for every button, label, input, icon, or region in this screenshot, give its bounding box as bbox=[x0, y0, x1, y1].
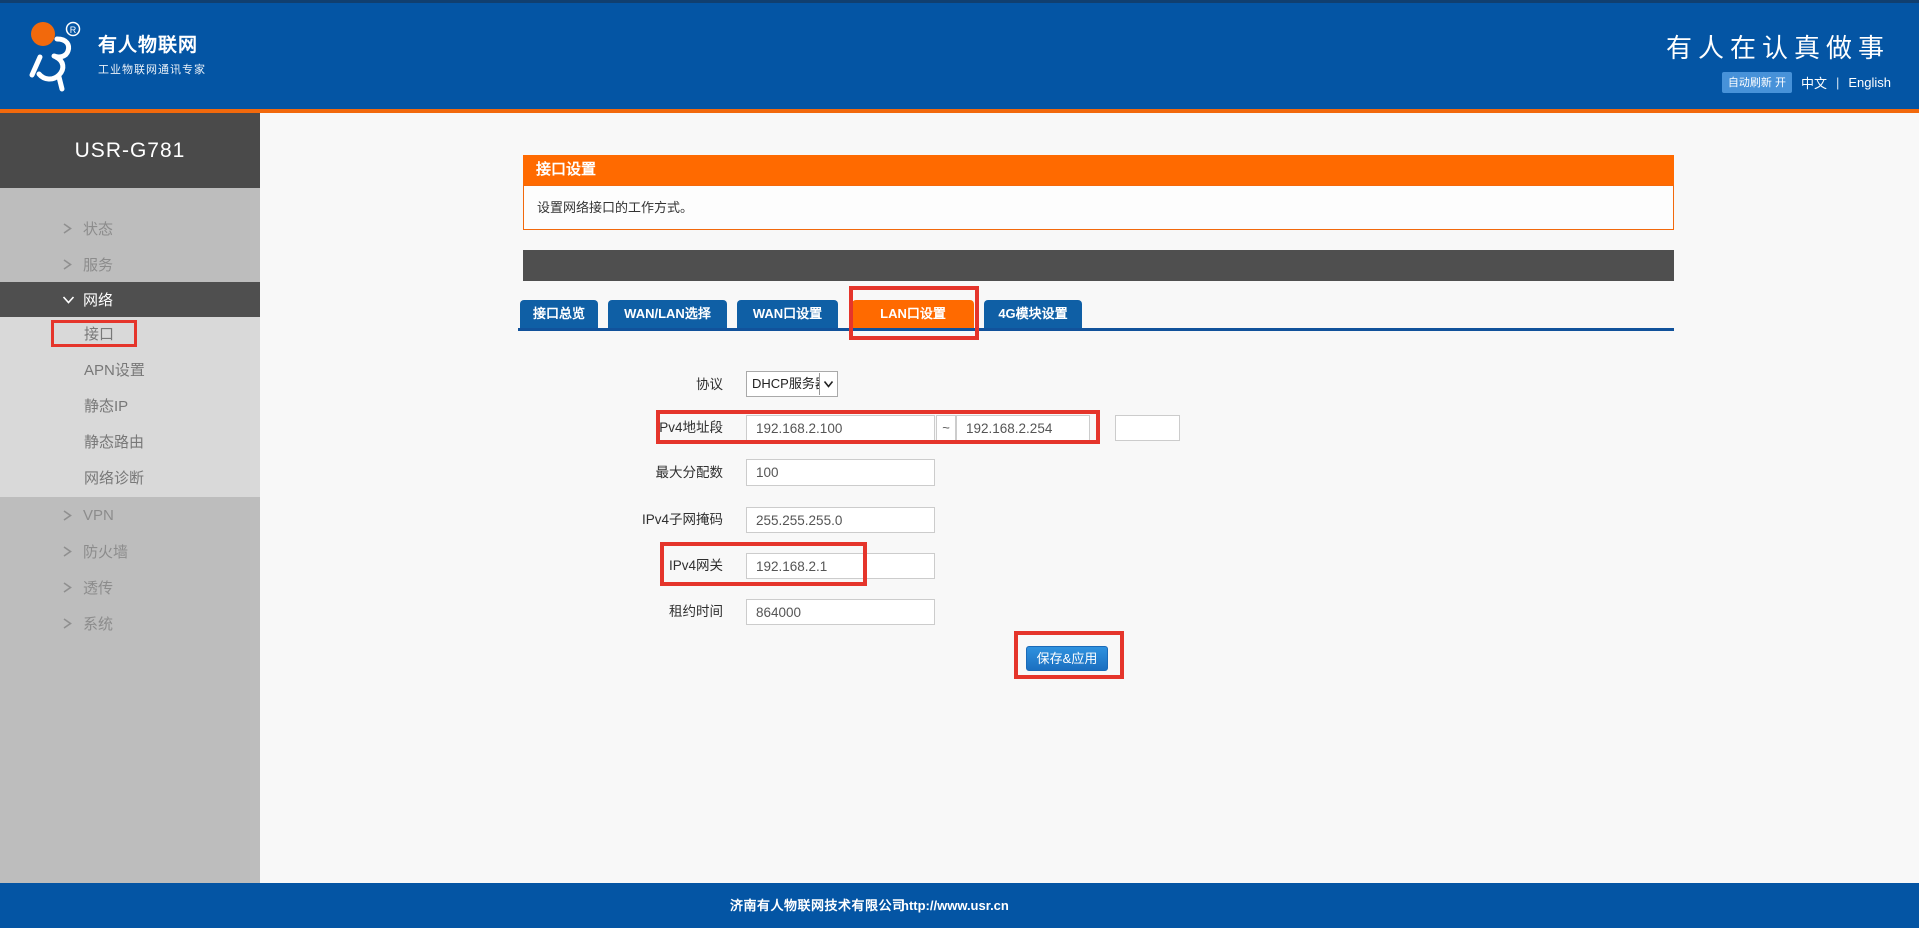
network-submenu: 接口 APN设置 静态IP 静态路由 网络诊断 bbox=[0, 317, 260, 497]
protocol-label: 协议 bbox=[560, 372, 723, 397]
section-divider-bar bbox=[523, 250, 1674, 281]
tab-4g-module-settings[interactable]: 4G模块设置 bbox=[984, 300, 1082, 328]
sidebar-subitem-interface[interactable]: 接口 bbox=[0, 317, 260, 353]
save-apply-button[interactable]: 保存&应用 bbox=[1026, 646, 1108, 671]
gateway-input[interactable] bbox=[746, 553, 935, 579]
usr-logo-icon: R bbox=[26, 17, 84, 100]
tab-wan-settings[interactable]: WAN口设置 bbox=[737, 300, 838, 328]
tab-lan-settings[interactable]: LAN口设置 bbox=[852, 300, 974, 328]
sidebar-item-label: 服务 bbox=[83, 254, 113, 275]
panel-title-bar: 接口设置 bbox=[523, 155, 1674, 185]
netmask-input[interactable] bbox=[746, 507, 935, 533]
max-leases-input[interactable] bbox=[746, 459, 935, 486]
lang-english-link[interactable]: English bbox=[1848, 75, 1891, 90]
chevron-down-icon bbox=[62, 294, 83, 306]
sidebar-item-firewall[interactable]: 防火墙 bbox=[0, 533, 260, 569]
sidebar-menu: 状态 服务 网络 接口 APN设置 静态IP 静态路由 网络诊断 VPN bbox=[0, 188, 260, 641]
sidebar-item-label: 网络 bbox=[83, 289, 113, 310]
chevron-right-icon bbox=[62, 545, 83, 558]
sidebar-item-label: 防火墙 bbox=[83, 541, 128, 562]
gateway-label: IPv4网关 bbox=[560, 553, 723, 579]
protocol-select[interactable]: DHCP服务器 bbox=[746, 371, 838, 397]
footer-website-link[interactable]: http://www.usr.cn bbox=[901, 883, 1009, 928]
chevron-right-icon bbox=[62, 258, 83, 271]
page-title: 接口设置 bbox=[536, 161, 596, 178]
chevron-right-icon bbox=[62, 509, 83, 522]
header-accent-line bbox=[0, 109, 1919, 113]
lease-time-input[interactable] bbox=[746, 599, 935, 625]
ipv4-range-end-input[interactable] bbox=[956, 415, 1090, 441]
lease-time-label: 租约时间 bbox=[560, 599, 723, 625]
header-slogan: 有人在认真做事 bbox=[1666, 28, 1890, 65]
sidebar-item-system[interactable]: 系统 bbox=[0, 605, 260, 641]
lang-separator: | bbox=[1836, 75, 1839, 90]
brand-subtitle: 工业物联网通讯专家 bbox=[98, 61, 206, 77]
ipv4-range-start-input[interactable] bbox=[746, 415, 935, 441]
sidebar-subitem-apn[interactable]: APN设置 bbox=[0, 353, 260, 389]
sidebar-item-label: VPN bbox=[83, 507, 114, 524]
ipv4-range-extra-input[interactable] bbox=[1115, 415, 1180, 441]
tab-wan-lan-select[interactable]: WAN/LAN选择 bbox=[608, 300, 727, 328]
svg-text:R: R bbox=[70, 25, 77, 35]
ipv4-range-label: IPv4地址段 bbox=[560, 415, 723, 441]
sidebar: USR-G781 状态 服务 网络 接口 APN设置 静态IP 静态路由 网络诊… bbox=[0, 113, 260, 883]
chevron-right-icon bbox=[62, 617, 83, 630]
max-leases-label: 最大分配数 bbox=[560, 460, 723, 486]
sidebar-item-services[interactable]: 服务 bbox=[0, 246, 260, 282]
tab-bar: 接口总览 WAN/LAN选择 WAN口设置 LAN口设置 4G模块设置 bbox=[518, 300, 1674, 331]
chevron-down-icon[interactable] bbox=[819, 373, 836, 395]
panel-description-box: 设置网络接口的工作方式。 bbox=[523, 185, 1674, 230]
sidebar-item-label: 系统 bbox=[83, 613, 113, 634]
tab-interface-overview[interactable]: 接口总览 bbox=[520, 300, 598, 328]
sidebar-item-network[interactable]: 网络 bbox=[0, 282, 260, 317]
netmask-label: IPv4子网掩码 bbox=[560, 507, 723, 533]
sidebar-item-vpn[interactable]: VPN bbox=[0, 497, 260, 533]
chevron-right-icon bbox=[62, 581, 83, 594]
footer-company-name: 济南有人物联网技术有限公司 bbox=[730, 883, 906, 928]
device-model-title: USR-G781 bbox=[0, 113, 260, 188]
sidebar-item-label: 透传 bbox=[83, 577, 113, 598]
protocol-select-value: DHCP服务器 bbox=[752, 372, 828, 396]
sidebar-subitem-static-ip[interactable]: 静态IP bbox=[0, 389, 260, 425]
auto-refresh-toggle[interactable]: 自动刷新 开 bbox=[1722, 72, 1792, 93]
brand-name: 有人物联网 bbox=[98, 30, 198, 57]
sidebar-item-passthrough[interactable]: 透传 bbox=[0, 569, 260, 605]
sidebar-item-label: 状态 bbox=[83, 218, 113, 239]
lang-chinese-link[interactable]: 中文 bbox=[1801, 73, 1827, 92]
sidebar-item-status[interactable]: 状态 bbox=[0, 210, 260, 246]
header-utility-row: 自动刷新 开 中文 | English bbox=[1722, 73, 1891, 91]
sidebar-subitem-static-route[interactable]: 静态路由 bbox=[0, 425, 260, 461]
sidebar-subitem-diagnostics[interactable]: 网络诊断 bbox=[0, 461, 260, 497]
ipv4-range-separator: ~ bbox=[936, 415, 956, 441]
header-banner: R 有人物联网 工业物联网通讯专家 有人在认真做事 自动刷新 开 中文 | En… bbox=[0, 3, 1919, 109]
panel-description: 设置网络接口的工作方式。 bbox=[537, 200, 693, 215]
chevron-right-icon bbox=[62, 222, 83, 235]
